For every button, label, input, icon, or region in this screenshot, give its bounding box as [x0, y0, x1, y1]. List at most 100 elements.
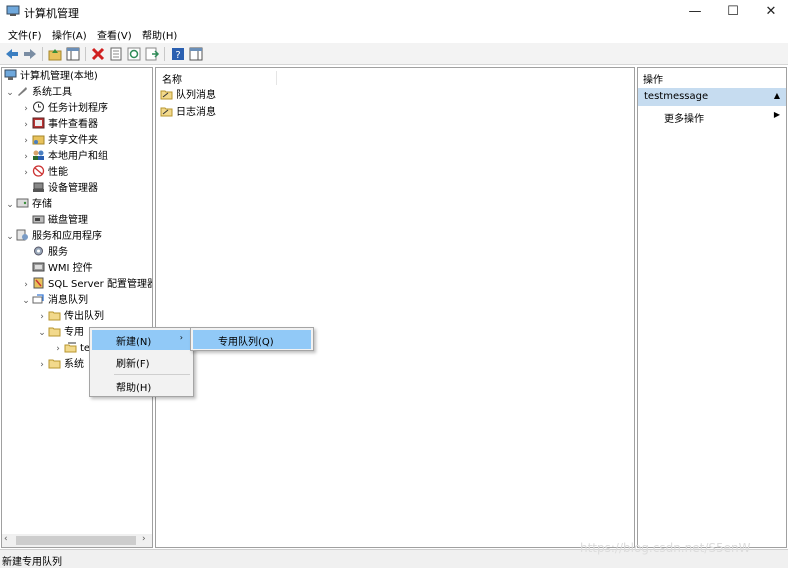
context-menu-new[interactable]: 新建(N) ›: [92, 330, 191, 350]
tree-label: 系统: [64, 359, 84, 370]
chevron-down-icon[interactable]: ⌄: [4, 85, 16, 101]
tree-label: 传出队列: [64, 311, 104, 322]
actions-pane: 操作 testmessage ▲ 更多操作 ▶: [637, 67, 787, 548]
chevron-right-icon[interactable]: ›: [36, 309, 48, 325]
menu-bar: 文件(F) 操作(A) 查看(V) 帮助(H): [0, 24, 788, 43]
context-menu-help-label: 帮助(H): [116, 383, 152, 394]
tree-item-sql-server[interactable]: › SQL Server 配置管理器: [20, 277, 153, 293]
back-icon[interactable]: [4, 46, 20, 62]
menu-action[interactable]: 操作(A): [52, 27, 87, 42]
chevron-right-icon[interactable]: ›: [20, 133, 32, 149]
column-header-name[interactable]: 名称: [162, 71, 277, 86]
context-menu-help[interactable]: 帮助(H): [92, 376, 191, 396]
tree-item-private-queues[interactable]: ⌄ 专用: [36, 325, 84, 341]
maximize-button[interactable]: ☐: [714, 0, 752, 24]
list-item[interactable]: 日志消息: [160, 105, 216, 121]
chevron-right-icon[interactable]: ›: [20, 277, 32, 293]
toolbar-separator: [42, 47, 43, 61]
toolbar-separator: [85, 47, 86, 61]
chevron-right-icon[interactable]: ›: [20, 117, 32, 133]
status-text: 新建专用队列: [2, 557, 62, 568]
tree-label: 性能: [48, 167, 68, 178]
forward-icon[interactable]: [22, 46, 38, 62]
chevron-right-icon[interactable]: ›: [20, 165, 32, 181]
context-menu-refresh[interactable]: 刷新(F): [92, 352, 191, 372]
tree-item-shared-folders[interactable]: › 共享文件夹: [20, 133, 98, 149]
submenu-private-queue-label: 专用队列(Q): [218, 337, 274, 348]
chevron-down-icon[interactable]: ⌄: [20, 293, 32, 309]
chevron-right-icon[interactable]: ›: [20, 101, 32, 117]
menu-view[interactable]: 查看(V): [97, 27, 132, 42]
scroll-left-icon[interactable]: ‹: [4, 534, 8, 544]
tree-item-wmi-control[interactable]: WMI 控件: [20, 261, 93, 277]
clock-icon: [32, 101, 45, 113]
chevron-down-icon[interactable]: ⌄: [4, 197, 16, 213]
tree-item-services[interactable]: 服务: [20, 245, 68, 261]
console-tree[interactable]: 计算机管理(本地) ⌄ 系统工具 › 任务计划程序 › 事件查看器 › 共享文件夹 › 本…: [1, 67, 153, 548]
tree-item-system-queues[interactable]: › 系统: [36, 357, 84, 373]
chevron-down-icon[interactable]: ⌄: [36, 325, 48, 341]
minimize-button[interactable]: —: [676, 0, 714, 24]
properties-icon[interactable]: [108, 46, 124, 62]
submenu-new: 专用队列(Q): [190, 327, 314, 351]
submenu-arrow-icon: ›: [179, 333, 183, 342]
tree-item-root[interactable]: 计算机管理(本地): [4, 69, 98, 85]
submenu-private-queue[interactable]: 专用队列(Q): [193, 330, 311, 349]
chevron-right-icon[interactable]: ›: [52, 341, 64, 357]
column-header: 名称: [156, 68, 634, 86]
context-menu-refresh-label: 刷新(F): [116, 359, 150, 370]
tree-label: 系统工具: [32, 87, 72, 98]
show-hide-tree-icon[interactable]: [65, 46, 81, 62]
tree-item-storage[interactable]: ⌄ 存储: [4, 197, 52, 213]
tree-item-event-viewer[interactable]: › 事件查看器: [20, 117, 98, 133]
scroll-right-icon[interactable]: ›: [142, 534, 146, 544]
menu-help[interactable]: 帮助(H): [142, 27, 177, 42]
delete-icon[interactable]: [90, 46, 106, 62]
collapse-up-icon[interactable]: ▲: [774, 91, 780, 100]
tree-item-disk-management[interactable]: 磁盘管理: [20, 213, 88, 229]
folder-open-icon: [48, 325, 61, 337]
tree-item-performance[interactable]: › 性能: [20, 165, 68, 181]
tree-label: 本地用户和组: [48, 151, 108, 162]
tree-item-system-tools[interactable]: ⌄ 系统工具: [4, 85, 72, 101]
tree-item-testmessage[interactable]: › te: [52, 341, 90, 357]
close-button[interactable]: ✕: [752, 0, 788, 24]
tree-label: SQL Server 配置管理器: [48, 279, 153, 290]
svg-text:?: ?: [175, 50, 180, 61]
actions-section-testmessage[interactable]: testmessage ▲: [638, 88, 786, 106]
device-manager-icon: [32, 181, 45, 193]
chevron-right-icon[interactable]: ›: [36, 357, 48, 373]
folder-icon: [48, 309, 61, 321]
tree-item-task-scheduler[interactable]: › 任务计划程序: [20, 101, 108, 117]
tree-item-local-users[interactable]: › 本地用户和组: [20, 149, 108, 165]
tree-item-outgoing-queues[interactable]: › 传出队列: [36, 309, 104, 325]
storage-icon: [16, 197, 29, 209]
menu-separator: [114, 374, 190, 375]
wmi-icon: [32, 261, 45, 273]
more-actions-item[interactable]: 更多操作 ▶: [638, 107, 786, 125]
users-icon: [32, 149, 45, 161]
chevron-right-icon[interactable]: ›: [20, 149, 32, 165]
tree-label: 任务计划程序: [48, 103, 108, 114]
chevron-down-icon[interactable]: ⌄: [4, 229, 16, 245]
export-list-icon[interactable]: [144, 46, 160, 62]
scrollbar-thumb[interactable]: [16, 536, 136, 545]
context-menu-new-label: 新建(N): [116, 337, 152, 348]
horizontal-scrollbar[interactable]: ‹ ›: [2, 534, 152, 547]
tree-item-services-apps[interactable]: ⌄ 服务和应用程序: [4, 229, 102, 245]
tree-label: WMI 控件: [48, 263, 93, 274]
details-pane[interactable]: 名称 队列消息 日志消息: [155, 67, 635, 548]
tree-label: 服务和应用程序: [32, 231, 102, 242]
list-item[interactable]: 队列消息: [160, 88, 216, 104]
message-queue-icon: [32, 293, 45, 305]
up-folder-icon[interactable]: [47, 46, 63, 62]
show-hide-action-pane-icon[interactable]: [188, 46, 204, 62]
tree-item-message-queuing[interactable]: ⌄ 消息队列: [20, 293, 88, 309]
tree-item-device-manager[interactable]: 设备管理器: [20, 181, 98, 197]
tree-label: 专用: [64, 327, 84, 338]
refresh-icon[interactable]: [126, 46, 142, 62]
tree-label: 事件查看器: [48, 119, 98, 130]
help-icon[interactable]: ?: [170, 46, 186, 62]
tree-label: 消息队列: [48, 295, 88, 306]
menu-file[interactable]: 文件(F): [8, 27, 42, 42]
